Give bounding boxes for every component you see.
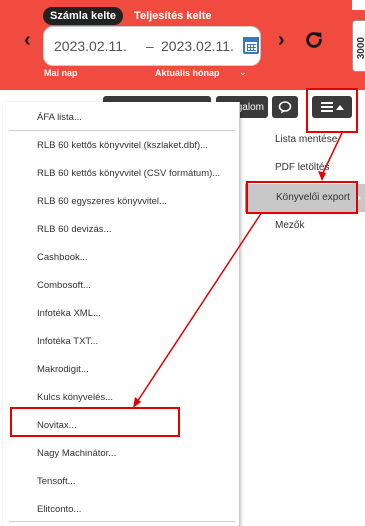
export-item-rlb60-kszlaket[interactable]: RLB 60 kettős könyvvitel (kszlaket.dbf).… [37,140,208,151]
export-item-cashbook[interactable]: Cashbook... [37,252,88,263]
app-screen: Számla kelte Teljesítés kelte ‹ 2023.02.… [0,0,365,526]
annotation-highlight-konyveloi-export [246,181,358,214]
menu-divider [9,130,235,131]
export-item-kulcs-konyveles[interactable]: Kulcs könyvelés... [37,392,113,403]
export-item-infoteka-xml[interactable]: Infotéka XML... [37,308,101,319]
tab-teljesites-kelte[interactable]: Teljesítés kelte [127,7,218,25]
date-from-value[interactable]: 2023.02.11. [54,38,127,54]
side-widget-label: 3000 [356,37,365,60]
export-item-nagy-machinator[interactable]: Nagy Machinátor... [37,448,116,459]
date-filter-header: Számla kelte Teljesítés kelte ‹ 2023.02.… [0,0,365,90]
refresh-icon[interactable] [303,29,325,51]
annotation-highlight-novitax [10,407,180,437]
forgalom-label: galom [236,101,264,113]
menu-item-mezok[interactable]: Mezők [245,212,365,240]
date-to-value[interactable]: 2023.02.11. [161,38,234,54]
date-range-field[interactable]: 2023.02.11. – 2023.02.11. [43,26,261,66]
menu-divider [9,521,235,522]
export-item-makrodigit[interactable]: Makrodigit... [37,364,89,375]
date-type-tabs: Számla kelte Teljesítés kelte [43,7,219,25]
side-widget[interactable]: 3000 [352,20,365,72]
quick-today-link[interactable]: Mai nap [44,68,78,78]
next-period-chevron-right-icon[interactable]: › [278,30,292,50]
chevron-down-icon[interactable]: ⌄ [239,67,247,78]
export-item-tensoft[interactable]: Tensoft... [37,476,76,487]
export-item-rlb60-egyszeres[interactable]: RLB 60 egyszeres könyvvitel... [37,196,167,207]
date-separator: – [146,38,154,54]
side-tab-top [352,0,365,10]
menu-item-pdf-letoltes[interactable]: PDF letöltés [245,154,365,182]
calendar-icon[interactable] [243,37,259,54]
tab-szamla-kelte[interactable]: Számla kelte [43,7,124,25]
export-item-elitconto[interactable]: Elitconto... [37,504,81,515]
export-item-rlb60-csv[interactable]: RLB 60 kettős könyvvitel (CSV formátum).… [37,168,220,179]
prev-period-chevron-left-icon[interactable]: ‹ [24,30,38,50]
export-submenu: ÁFA lista... RLB 60 kettős könyvvitel (k… [3,102,240,526]
chat-button[interactable] [272,96,298,118]
quick-month-link[interactable]: Aktuális hónap [155,68,220,78]
export-item-combosoft[interactable]: Combosoft... [37,280,91,291]
export-item-infoteka-txt[interactable]: Infotéka TXT... [37,336,98,347]
chat-icon [278,100,292,113]
export-item-afa-lista[interactable]: ÁFA lista... [37,112,82,123]
export-item-rlb60-devizas[interactable]: RLB 60 devizás... [37,224,111,235]
annotation-highlight-list-button [306,88,358,133]
